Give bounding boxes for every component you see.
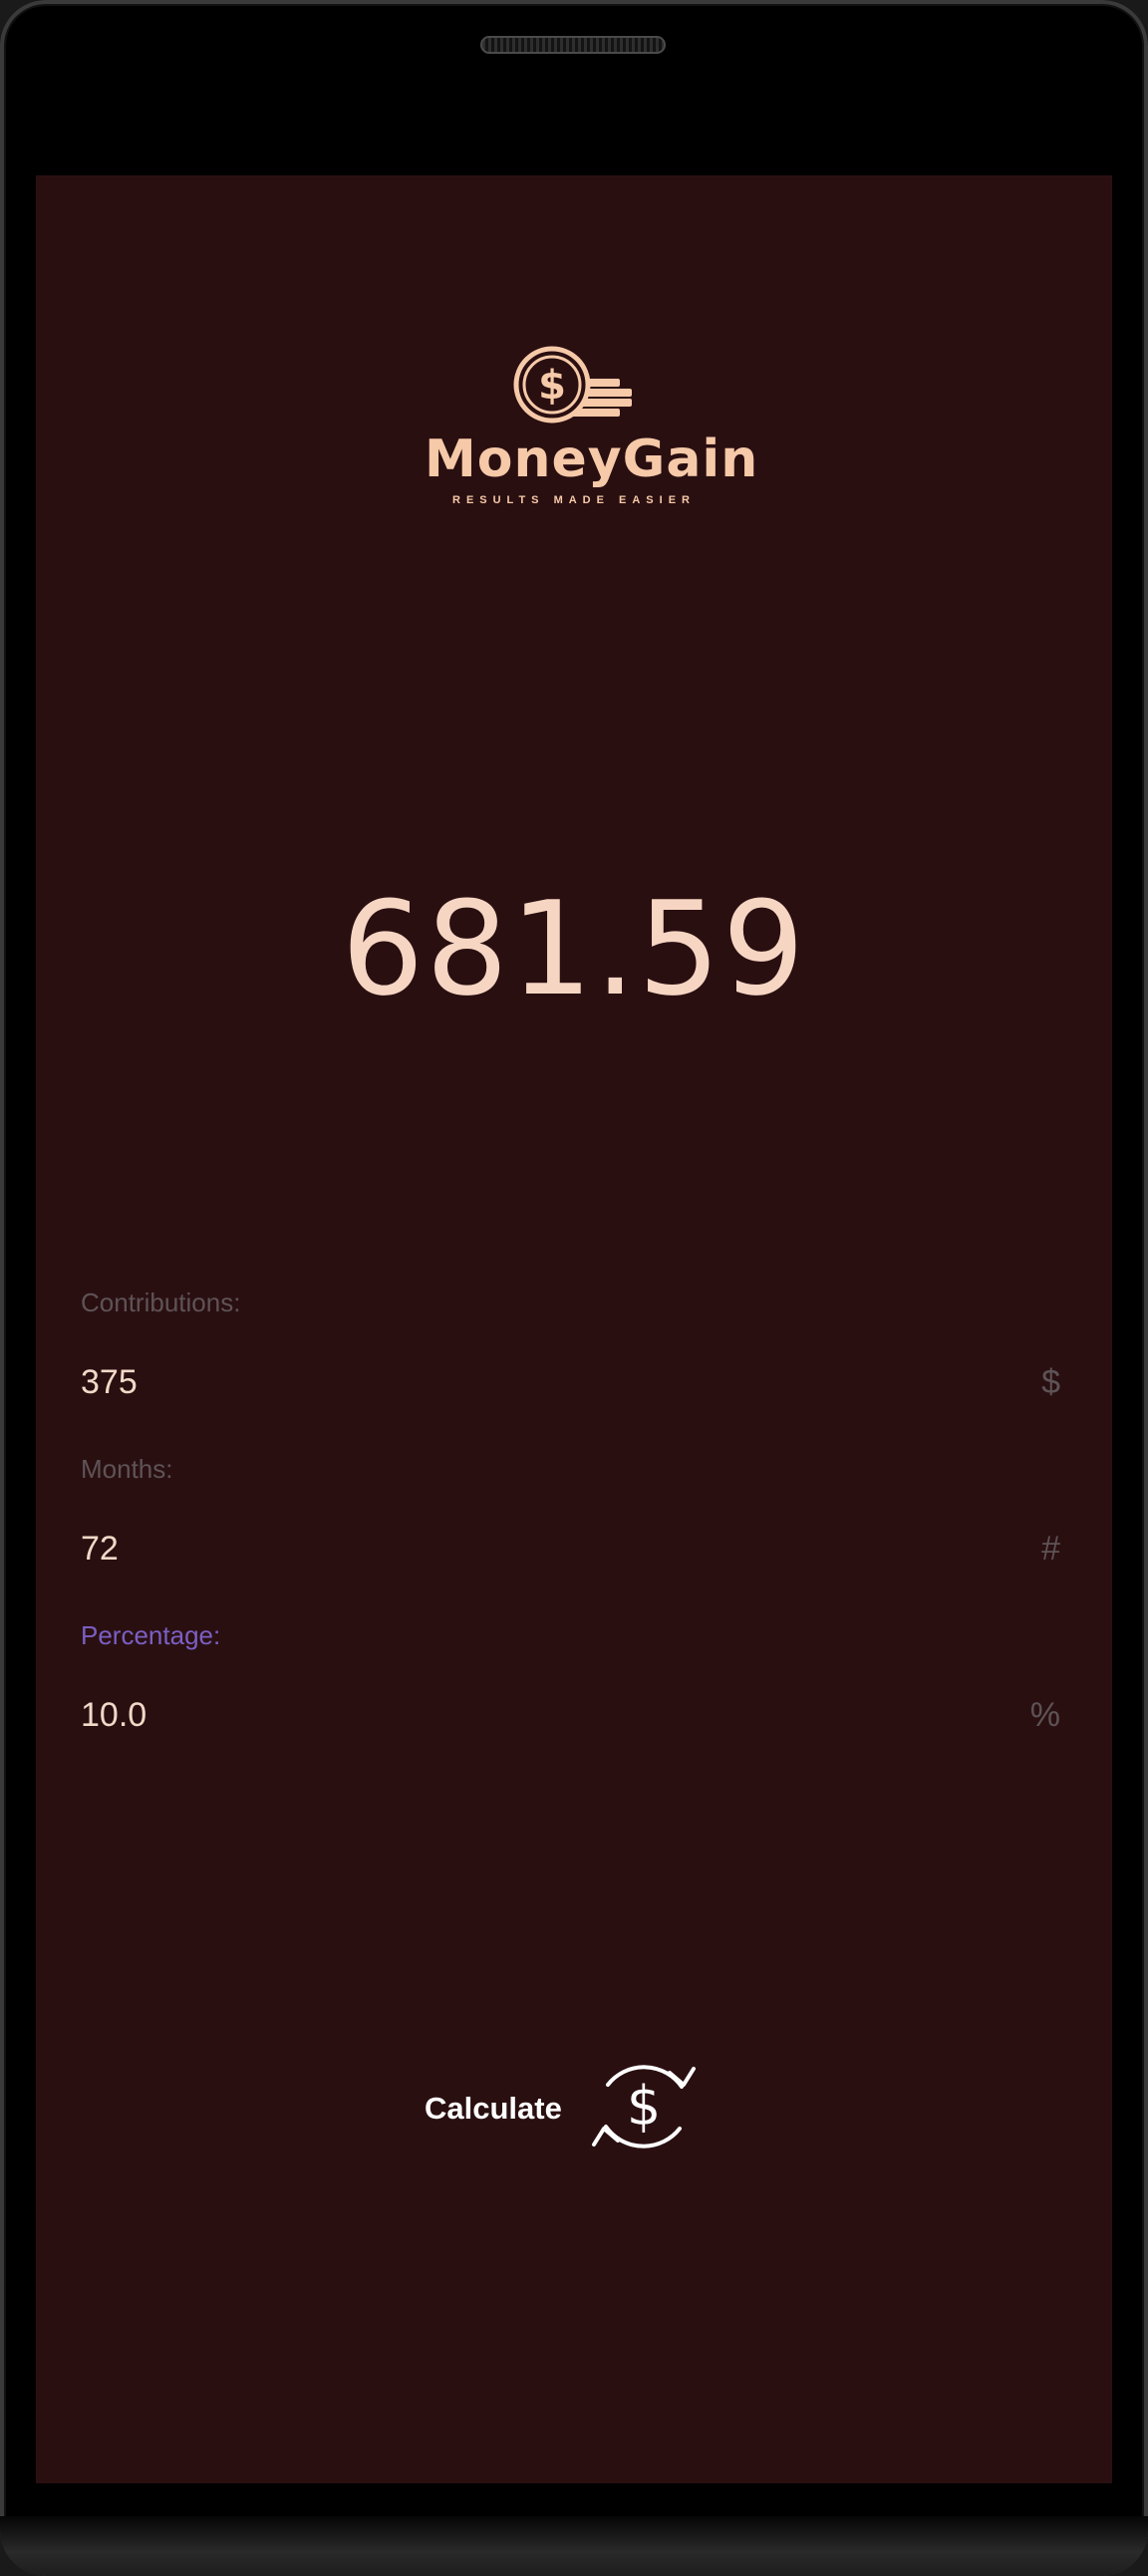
months-input[interactable]: 72: [81, 1530, 119, 1569]
svg-text:$: $: [627, 2075, 661, 2138]
app-logo: $ MoneyGain RESULTS MADE EASIER: [425, 345, 759, 514]
calculate-label: Calculate: [425, 2091, 562, 2126]
contributions-input[interactable]: 375: [81, 1363, 138, 1402]
months-suffix: #: [1041, 1530, 1060, 1568]
device-bottom-bezel: [0, 2516, 1148, 2576]
contributions-label: Contributions:: [81, 1288, 241, 1317]
percentage-suffix: %: [1029, 1696, 1060, 1734]
months-label: Months:: [81, 1454, 173, 1484]
earpiece-speaker: [480, 36, 666, 54]
percentage-label: Percentage:: [81, 1620, 221, 1650]
brand-tagline: RESULTS MADE EASIER: [452, 494, 696, 506]
app-screen: $ MoneyGain RESULTS MADE EASIER 681.59 C…: [36, 175, 1112, 2483]
contributions-suffix: $: [1041, 1363, 1060, 1401]
brand-name: MoneyGain: [425, 429, 759, 489]
dollar-refresh-icon: $: [592, 2065, 696, 2148]
dollar-coin-stack-icon: $: [513, 346, 632, 424]
device-frame: $ MoneyGain RESULTS MADE EASIER 681.59 C…: [0, 0, 1148, 2576]
calculate-button[interactable]: Calculate $: [425, 2049, 753, 2168]
result-value: 681.59: [341, 873, 807, 1024]
svg-text:$: $: [538, 363, 566, 409]
percentage-input[interactable]: 10.0: [81, 1696, 146, 1735]
